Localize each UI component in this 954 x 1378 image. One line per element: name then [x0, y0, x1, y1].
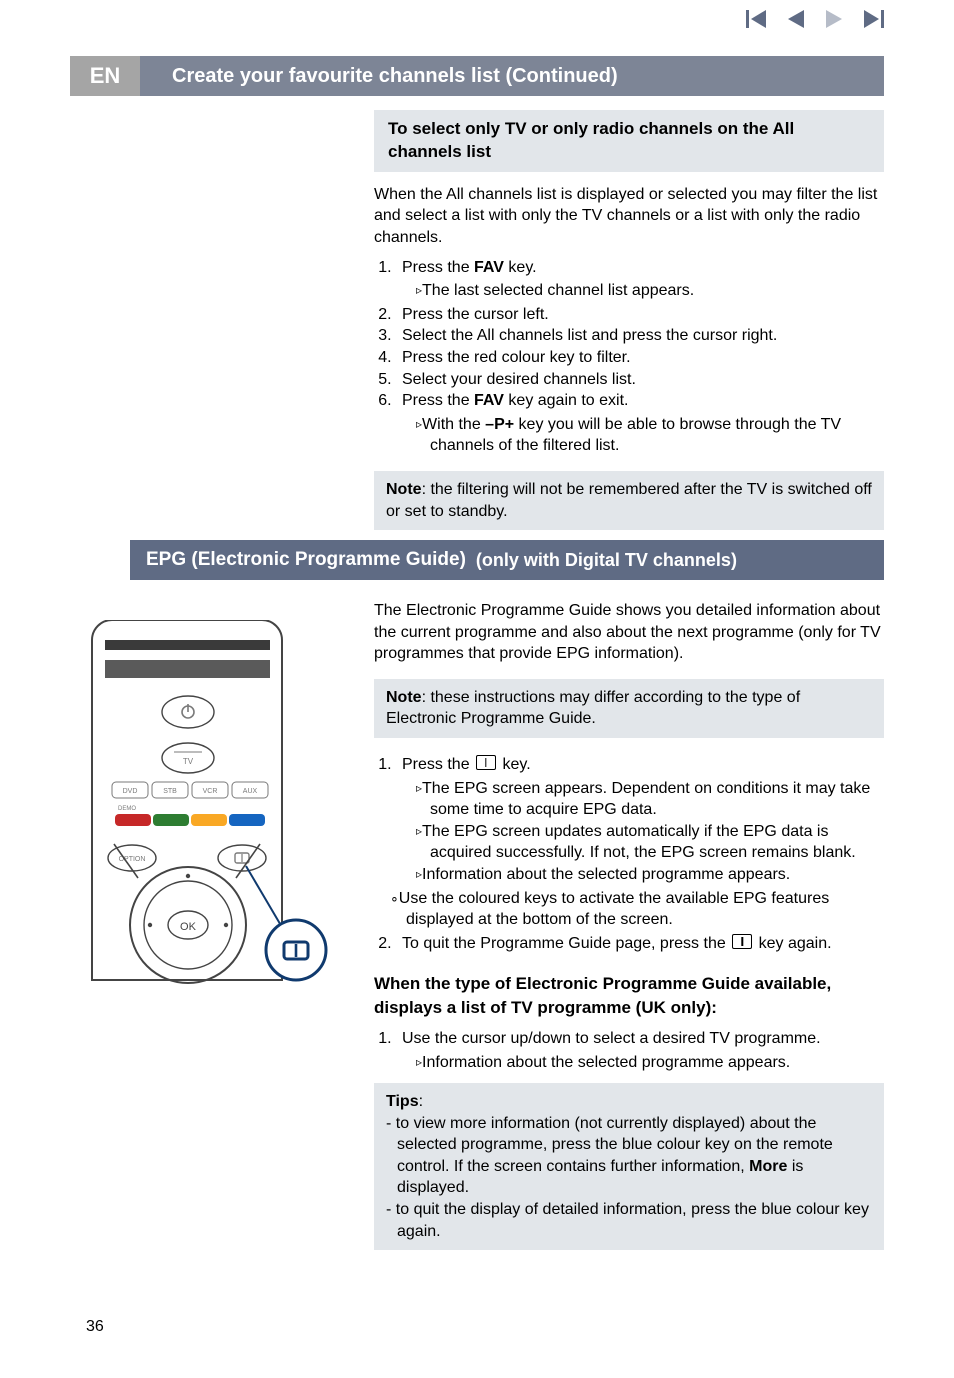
- steps-list-2: Press the key. The EPG screen appears. D…: [374, 754, 884, 954]
- epg-step-1-sub1: The EPG screen appears. Dependent on con…: [424, 778, 884, 821]
- section-2-content: The Electronic Programme Guide shows you…: [374, 600, 884, 1250]
- remote-aux-label: AUX: [243, 788, 258, 795]
- section-title-2: EPG (Electronic Programme Guide) (only w…: [130, 540, 884, 580]
- remote-tv-label: TV: [183, 757, 194, 766]
- language-badge: EN: [70, 56, 140, 96]
- remote-control-illustration: TV DVD STB VCR AUX DEMO OPTION: [90, 620, 330, 1020]
- remote-demo-label: DEMO: [118, 806, 136, 812]
- step-5: Select your desired channels list.: [396, 369, 884, 391]
- remote-ok-label: OK: [180, 921, 197, 933]
- intro-paragraph-1: When the All channels list is displayed …: [374, 184, 884, 249]
- step-4: Press the red colour key to filter.: [396, 347, 884, 369]
- tips-box: Tips: - to view more information (not cu…: [374, 1083, 884, 1250]
- page-number: 36: [86, 1316, 104, 1338]
- bold-subheading: When the type of Electronic Programme Gu…: [374, 972, 884, 1020]
- top-nav: [746, 10, 884, 28]
- note-box-1: Note: the filtering will not be remember…: [374, 471, 884, 530]
- steps-list-1: Press the FAV key. The last selected cha…: [374, 257, 884, 457]
- intro-paragraph-2: The Electronic Programme Guide shows you…: [374, 600, 884, 665]
- step-6: Press the FAV key again to exit. With th…: [396, 390, 884, 457]
- section-1-content: To select only TV or only radio channels…: [374, 110, 884, 530]
- first-icon[interactable]: [746, 10, 768, 28]
- step-6-sub: With the –P+ key you will be able to bro…: [424, 414, 884, 457]
- section-title-1: Create your favourite channels list (Con…: [140, 56, 884, 96]
- sub-heading-1: To select only TV or only radio channels…: [374, 110, 884, 172]
- epg-step-1-sub3: Information about the selected programme…: [424, 864, 884, 886]
- remote-dvd-label: DVD: [123, 788, 138, 795]
- step-1: Press the FAV key. The last selected cha…: [396, 257, 884, 302]
- step-2: Press the cursor left.: [396, 304, 884, 326]
- uk-steps-list: Use the cursor up/down to select a desir…: [374, 1028, 884, 1073]
- remote-vcr-label: VCR: [203, 788, 218, 795]
- epg-step-1-sub2: The EPG screen updates automatically if …: [424, 821, 884, 864]
- uk-step-1-sub: Information about the selected programme…: [424, 1052, 884, 1074]
- prev-icon[interactable]: [786, 10, 806, 28]
- next-icon[interactable]: [824, 10, 844, 28]
- tips-title: Tips: [386, 1093, 419, 1110]
- step-1-sub: The last selected channel list appears.: [424, 280, 884, 302]
- step-3: Select the All channels list and press t…: [396, 325, 884, 347]
- uk-step-1: Use the cursor up/down to select a desir…: [396, 1028, 884, 1073]
- tip-2: - to quit the display of detailed inform…: [397, 1199, 872, 1242]
- guide-icon: [732, 934, 752, 949]
- section-title-2-main: EPG (Electronic Programme Guide): [146, 547, 466, 573]
- tip-1: - to view more information (not currentl…: [397, 1113, 872, 1199]
- epg-step-2: To quit the Programme Guide page, press …: [396, 933, 884, 955]
- guide-icon: [476, 755, 496, 770]
- epg-circ-1: Use the coloured keys to activate the av…: [400, 888, 884, 931]
- last-icon[interactable]: [862, 10, 884, 28]
- section-title-2-sub: (only with Digital TV channels): [476, 548, 737, 572]
- note-box-2: Note: these instructions may differ acco…: [374, 679, 884, 738]
- epg-step-1: Press the key. The EPG screen appears. D…: [396, 754, 884, 931]
- remote-stb-label: STB: [163, 788, 177, 795]
